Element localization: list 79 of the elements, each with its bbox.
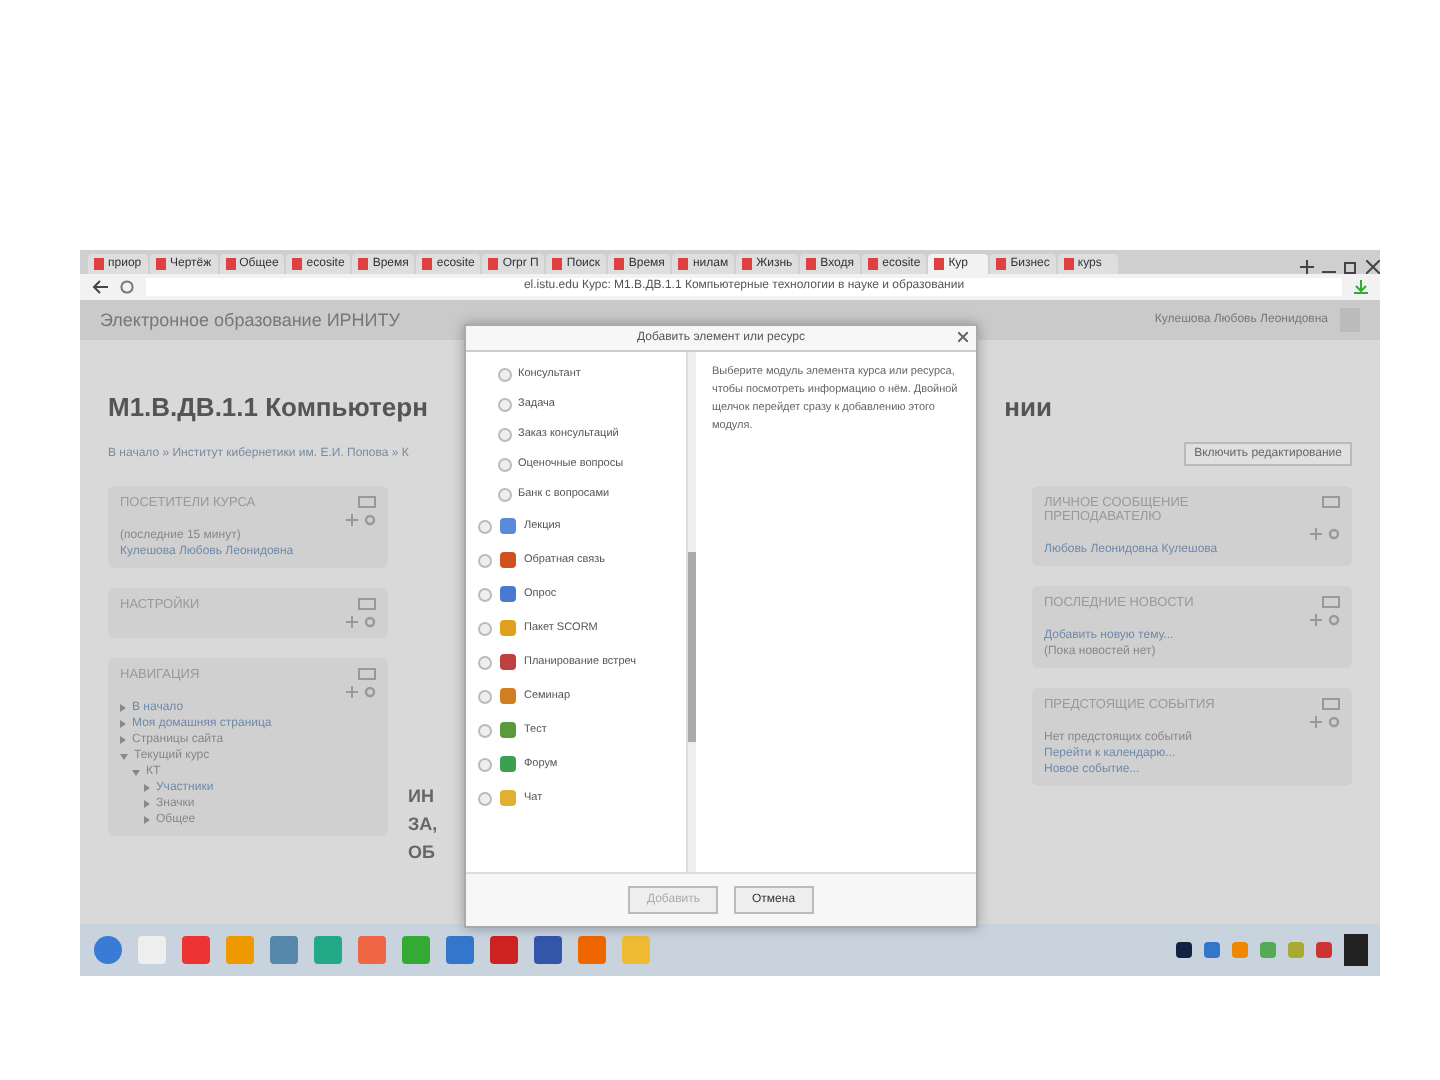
close-icon[interactable] <box>1366 260 1380 274</box>
favicon-icon <box>934 258 945 270</box>
start-button-icon[interactable] <box>92 934 124 966</box>
taskbar-app-icon[interactable] <box>356 934 388 966</box>
radio-button[interactable] <box>478 655 492 669</box>
block-menu-icon[interactable] <box>358 496 376 508</box>
favicon-icon <box>1063 258 1074 270</box>
taskbar-app-icon[interactable] <box>532 934 564 966</box>
gear-icon[interactable] <box>364 514 376 526</box>
move-icon[interactable] <box>1310 528 1322 540</box>
tree-arrow-icon[interactable] <box>120 736 126 744</box>
favicon-icon <box>422 258 433 270</box>
scrollbar[interactable] <box>688 352 696 872</box>
new-tab-icon[interactable] <box>1300 260 1314 274</box>
download-icon[interactable] <box>1354 280 1368 294</box>
tree-arrow-icon[interactable] <box>144 800 150 808</box>
block-menu-icon[interactable] <box>1322 496 1340 508</box>
radio-button[interactable] <box>478 519 492 533</box>
radio-button[interactable] <box>478 689 492 703</box>
radio-button[interactable] <box>478 791 492 805</box>
tree-arrow-icon[interactable] <box>144 816 150 824</box>
tree-arrow-icon[interactable] <box>120 704 126 712</box>
favicon-icon <box>552 258 563 270</box>
favicon-icon <box>806 258 817 270</box>
taskbar-app-icon[interactable] <box>576 934 608 966</box>
gear-icon[interactable] <box>364 686 376 698</box>
course-title: М1.В.ДВ.1.1 Компьютерн <box>108 392 428 422</box>
section-heading: ИН <box>408 786 434 806</box>
radio-button[interactable] <box>498 457 512 471</box>
show-desktop-icon[interactable] <box>1344 934 1368 966</box>
section-heading: ЗА, <box>408 814 438 834</box>
taskbar-app-icon[interactable] <box>180 934 212 966</box>
move-icon[interactable] <box>346 686 358 698</box>
favicon-icon <box>156 258 166 270</box>
favicon-icon <box>358 258 369 270</box>
restore-icon[interactable] <box>1344 260 1358 274</box>
block-menu-icon[interactable] <box>358 668 376 680</box>
taskbar-app-icon[interactable] <box>488 934 520 966</box>
favicon-icon <box>94 258 104 270</box>
block-menu-icon[interactable] <box>1322 596 1340 608</box>
move-icon[interactable] <box>1310 716 1322 728</box>
radio-button[interactable] <box>478 723 492 737</box>
favicon-icon <box>996 258 1007 270</box>
radio-button[interactable] <box>498 487 512 501</box>
radio-button[interactable] <box>498 427 512 441</box>
tree-arrow-icon[interactable] <box>132 769 140 775</box>
close-icon[interactable] <box>958 332 968 342</box>
favicon-icon <box>225 258 236 270</box>
reload-icon[interactable] <box>120 280 134 294</box>
move-icon[interactable] <box>1310 614 1322 626</box>
move-icon[interactable] <box>346 514 358 526</box>
favicon-icon <box>678 258 689 270</box>
taskbar-app-icon[interactable] <box>444 934 476 966</box>
radio-button[interactable] <box>478 553 492 567</box>
section-heading: ОБ <box>408 842 435 862</box>
favicon-icon <box>488 258 499 270</box>
favicon-icon <box>614 258 625 270</box>
gear-icon[interactable] <box>1328 716 1340 728</box>
back-arrow-icon[interactable] <box>92 280 108 294</box>
favicon-icon <box>742 258 753 270</box>
radio-button[interactable] <box>478 757 492 771</box>
move-icon[interactable] <box>346 616 358 628</box>
radio-button[interactable] <box>478 621 492 635</box>
course-title: нии <box>1004 392 1052 422</box>
block-menu-icon[interactable] <box>358 598 376 610</box>
gear-icon[interactable] <box>364 616 376 628</box>
radio-button[interactable] <box>498 367 512 381</box>
favicon-icon <box>868 258 879 270</box>
tree-arrow-icon[interactable] <box>120 753 128 759</box>
tree-arrow-icon[interactable] <box>144 784 150 792</box>
taskbar-app-icon[interactable] <box>400 934 432 966</box>
block-menu-icon[interactable] <box>1322 698 1340 710</box>
tree-arrow-icon[interactable] <box>120 720 126 728</box>
gear-icon[interactable] <box>1328 528 1340 540</box>
radio-button[interactable] <box>498 397 512 411</box>
favicon-icon <box>292 258 303 270</box>
gear-icon[interactable] <box>1328 614 1340 626</box>
radio-button[interactable] <box>478 587 492 601</box>
taskbar-app-icon[interactable] <box>268 934 300 966</box>
